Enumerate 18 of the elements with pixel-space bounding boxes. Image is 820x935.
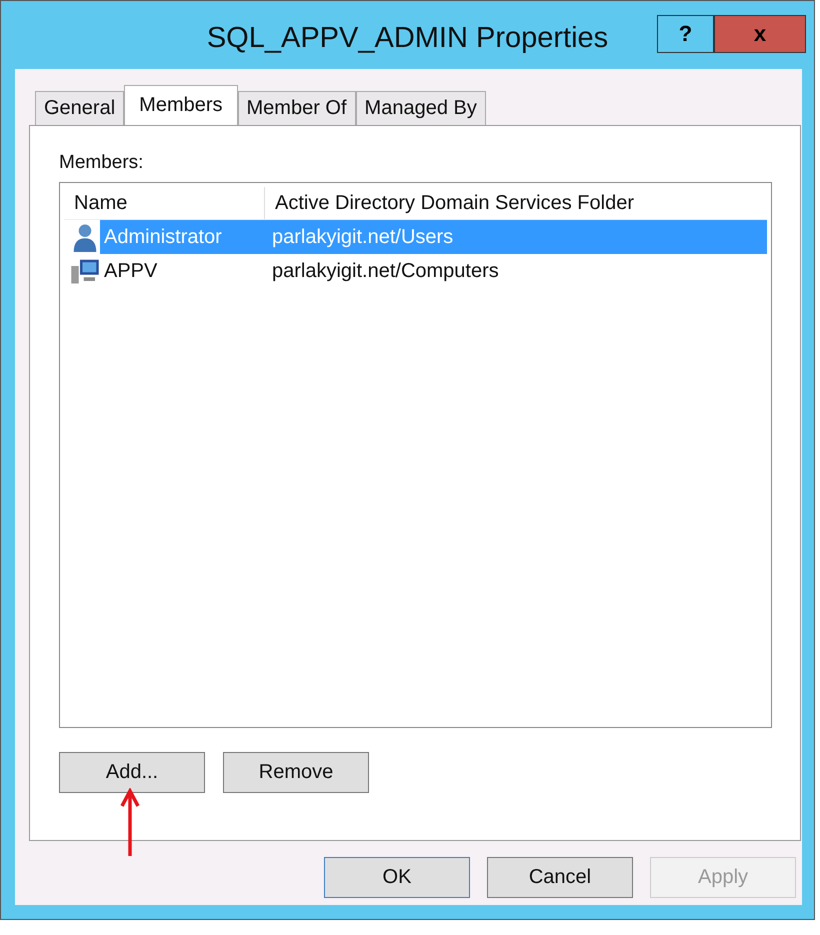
arrow-annotation [120,788,140,858]
member-folder: parlakyigit.net/Computers [271,258,500,284]
member-name[interactable]: APPV [100,254,268,288]
tab[interactable]: General [35,91,124,125]
column-header[interactable]: Active Directory Domain Services Folder [265,187,634,219]
close-button[interactable]: x [714,15,806,53]
dialog-button[interactable]: Cancel [487,857,633,898]
help-button[interactable]: ? [657,15,714,53]
window-title: SQL_APPV_ADMIN Properties [206,20,608,54]
dialog-button[interactable]: OK [324,857,470,898]
add-button[interactable]: Add... [59,752,205,793]
tab[interactable]: Managed By [356,91,486,125]
remove-button[interactable]: Remove [223,752,369,793]
tab[interactable]: Member Of [238,91,356,125]
column-header[interactable]: Name [64,187,265,219]
tab[interactable]: Members [124,85,238,125]
member-folder: parlakyigit.net/Users [268,220,767,254]
members-label: Members: [59,152,144,174]
